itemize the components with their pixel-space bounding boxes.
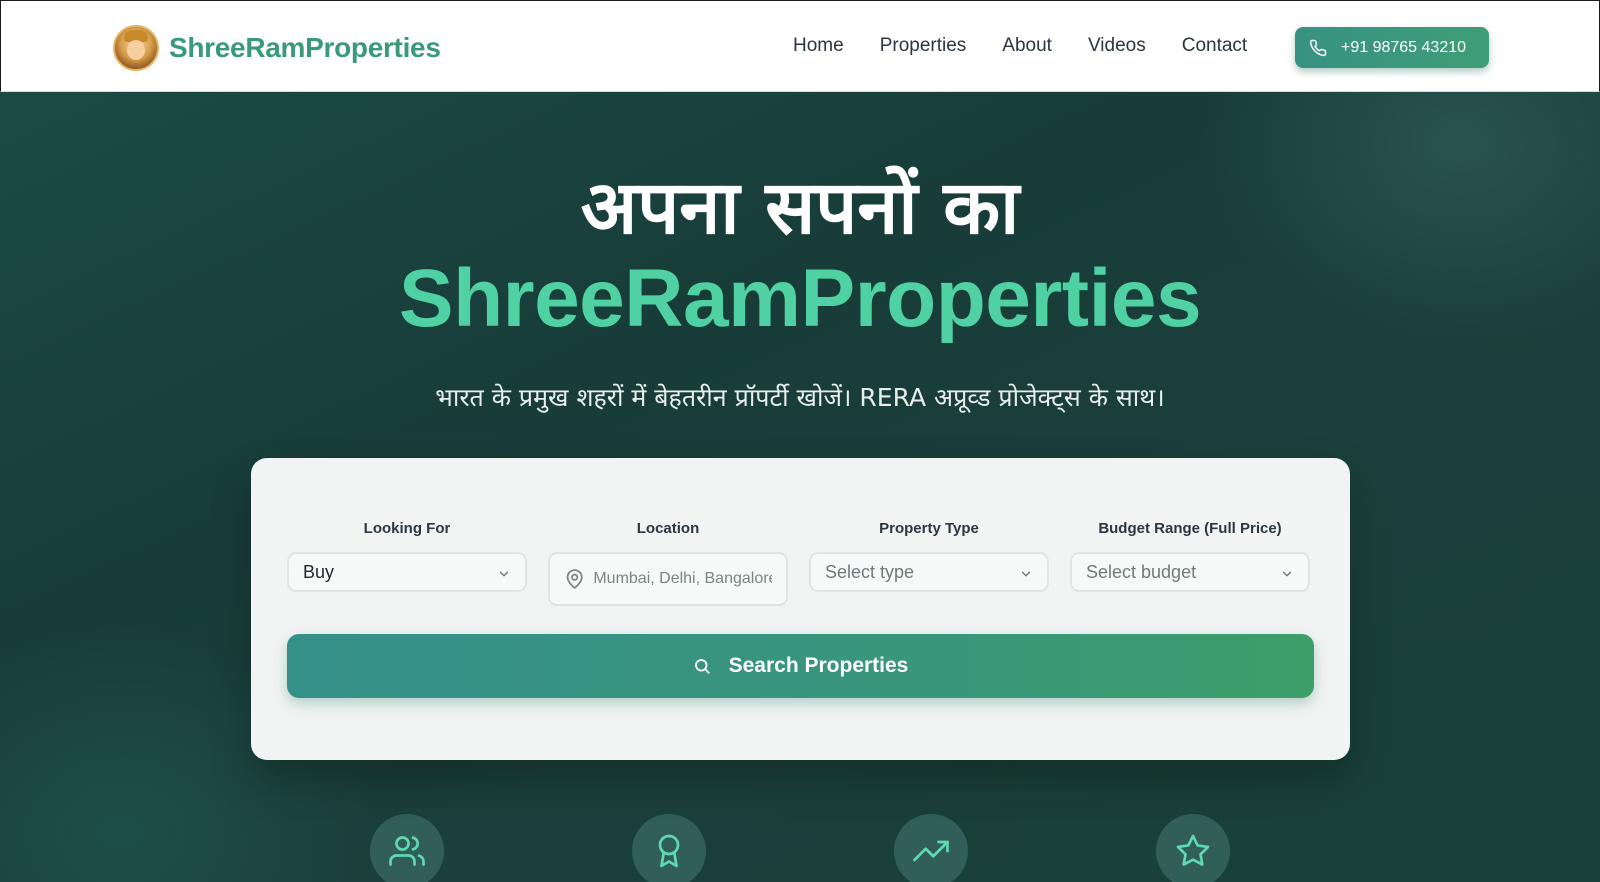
search-properties-label: Search Properties: [728, 654, 909, 677]
looking-for-field: Looking For Buy: [287, 520, 527, 592]
budget-range-label: Budget Range (Full Price): [1098, 520, 1282, 537]
nav-link-videos[interactable]: Videos: [1088, 35, 1146, 57]
chevron-down-icon: [499, 571, 509, 577]
feature-trending: [894, 814, 968, 882]
award-icon: [658, 834, 680, 868]
hero-section: अपना सपनों का ShreeRamProperties भारत के…: [0, 92, 1600, 882]
property-type-value: Select type: [825, 561, 915, 582]
budget-range-field: Budget Range (Full Price) Select budget: [1070, 520, 1310, 592]
location-field: Location Mumbai, Delhi, Bangalore: [548, 520, 788, 606]
looking-for-label: Looking For: [363, 520, 451, 537]
chevron-down-icon: [1282, 571, 1292, 577]
main-nav: Home Properties About Videos Contact: [793, 35, 1283, 57]
looking-for-value: Buy: [303, 561, 335, 582]
hero-heading-hindi: अपना सपनों का: [580, 165, 1020, 251]
property-type-select[interactable]: Select type: [809, 552, 1049, 592]
search-properties-button[interactable]: Search Properties: [287, 634, 1314, 698]
deity-avatar-icon: [113, 25, 159, 71]
feature-users: [370, 814, 444, 882]
search-card: Looking For Buy Location Mumbai, Delhi, …: [251, 458, 1350, 760]
budget-range-select[interactable]: Select budget: [1070, 552, 1310, 592]
property-type-field: Property Type Select type: [809, 520, 1049, 592]
feature-award: [632, 814, 706, 882]
hero-subtitle: भारत के प्रमुख शहरों में बेहतरीन प्रॉपर्…: [435, 383, 1165, 412]
map-pin-icon: [566, 569, 583, 589]
search-icon: [694, 659, 710, 674]
brand-logo[interactable]: ShreeRamProperties: [113, 25, 441, 71]
nav-link-about[interactable]: About: [1002, 35, 1052, 57]
location-label: Location: [636, 520, 700, 537]
phone-button[interactable]: +91 98765 43210: [1295, 27, 1489, 68]
brand-name: ShreeRamProperties: [169, 32, 441, 63]
budget-range-value: Select budget: [1086, 561, 1197, 582]
phone-number: +91 98765 43210: [1341, 38, 1467, 56]
location-placeholder: Mumbai, Delhi, Bangalore: [593, 570, 772, 587]
nav-link-properties[interactable]: Properties: [880, 35, 967, 57]
nav-link-contact[interactable]: Contact: [1182, 35, 1247, 57]
feature-star: [1156, 814, 1230, 882]
nav-link-home[interactable]: Home: [793, 35, 844, 57]
location-input[interactable]: Mumbai, Delhi, Bangalore: [548, 552, 788, 606]
looking-for-select[interactable]: Buy: [287, 552, 527, 592]
users-icon: [389, 836, 425, 866]
star-icon: [1176, 834, 1210, 866]
phone-icon: [1309, 39, 1327, 56]
hero-heading-brand: ShreeRamProperties: [398, 253, 1202, 344]
navbar: ShreeRamProperties Home Properties About…: [0, 0, 1600, 92]
trending-up-icon: [913, 840, 949, 862]
property-type-label: Property Type: [879, 520, 979, 537]
chevron-down-icon: [1021, 571, 1031, 577]
